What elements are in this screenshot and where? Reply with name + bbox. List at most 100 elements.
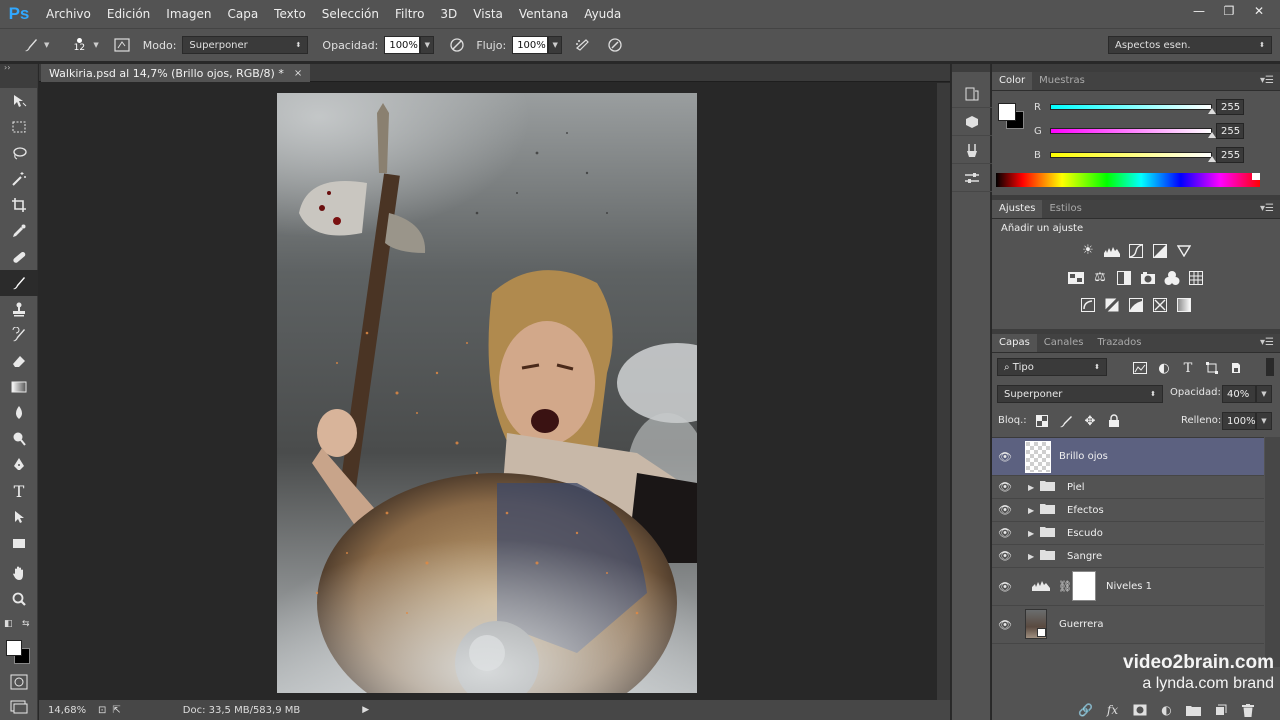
filter-shape-icon[interactable]	[1200, 359, 1224, 377]
brush-size-picker[interactable]: 12	[67, 33, 91, 57]
mode-select[interactable]: Superponer ⬍	[182, 36, 309, 54]
brush-panel-toggle-icon[interactable]	[111, 34, 133, 56]
blur-tool-icon[interactable]	[0, 400, 38, 426]
tool-preset-dropdown-icon[interactable]: ▼	[44, 41, 49, 49]
visibility-eye-icon[interactable]: 👁	[998, 527, 1012, 540]
mask-link-icon[interactable]: ⛓	[1058, 580, 1072, 593]
visibility-eye-icon[interactable]: 👁	[998, 580, 1012, 593]
canvas-image[interactable]	[277, 93, 697, 693]
filter-pixel-icon[interactable]	[1128, 359, 1152, 377]
flow-dropdown-icon[interactable]: ▼	[548, 36, 563, 54]
filter-toggle-switch[interactable]	[1266, 358, 1274, 376]
eraser-tool-icon[interactable]	[0, 348, 38, 374]
blue-slider-thumb-icon[interactable]	[1208, 156, 1216, 162]
pressure-size-icon[interactable]	[604, 34, 626, 56]
zoom-level[interactable]: 14,68%	[48, 705, 96, 716]
new-group-icon[interactable]	[1180, 700, 1207, 720]
layer-row-piel[interactable]: 👁 ▶ Piel	[992, 476, 1264, 499]
menu-ayuda[interactable]: Ayuda	[576, 0, 629, 28]
properties-panel-icon[interactable]	[952, 164, 992, 192]
tab-ajustes[interactable]: Ajustes	[992, 200, 1043, 218]
lock-all-icon[interactable]	[1102, 412, 1126, 430]
menu-texto[interactable]: Texto	[266, 0, 314, 28]
photo-filter-icon[interactable]	[1136, 269, 1160, 287]
zoom-tool-icon[interactable]	[0, 586, 38, 612]
pressure-opacity-icon[interactable]	[446, 34, 468, 56]
green-slider-thumb-icon[interactable]	[1208, 132, 1216, 138]
color-balance-icon[interactable]: ⚖	[1088, 269, 1112, 287]
tab-trazados[interactable]: Trazados	[1091, 334, 1149, 352]
workspace-select[interactable]: Aspectos esen. ⬍	[1108, 36, 1272, 54]
flow-input[interactable]: 100%	[512, 36, 549, 54]
filter-smart-object-icon[interactable]	[1224, 359, 1248, 377]
quick-mask-icon[interactable]	[10, 674, 28, 690]
type-tool-icon[interactable]: T	[0, 478, 38, 504]
exposure-icon[interactable]	[1148, 242, 1172, 260]
expand-group-icon[interactable]: ▶	[1028, 506, 1034, 515]
blue-slider-track[interactable]	[1050, 152, 1212, 158]
layer-opacity-input[interactable]: 40%	[1222, 385, 1256, 403]
levels-icon[interactable]	[1100, 242, 1124, 260]
lasso-tool-icon[interactable]	[0, 140, 38, 166]
menu-edicion[interactable]: Edición	[99, 0, 158, 28]
menu-seleccion[interactable]: Selección	[314, 0, 387, 28]
visibility-eye-icon[interactable]: 👁	[998, 481, 1012, 494]
blue-value-input[interactable]: 255	[1216, 147, 1244, 163]
layer-row-brillo-ojos[interactable]: 👁 Brillo ojos	[992, 438, 1264, 476]
restore-button[interactable]: ❐	[1214, 2, 1244, 20]
selective-color-icon[interactable]	[1148, 296, 1172, 314]
layer-filter-select[interactable]: ⌕ Tipo ⬍	[997, 358, 1107, 376]
pen-tool-icon[interactable]	[0, 452, 38, 478]
green-value-input[interactable]: 255	[1216, 123, 1244, 139]
menu-imagen[interactable]: Imagen	[158, 0, 219, 28]
opacity-dropdown-icon[interactable]: ▼	[420, 36, 435, 54]
layers-panel-menu-icon[interactable]: ▾☰	[1260, 337, 1274, 348]
visibility-eye-icon[interactable]: 👁	[998, 550, 1012, 563]
layer-row-guerrera[interactable]: 👁 Guerrera	[992, 606, 1264, 644]
status-info-icon[interactable]: ⊡	[98, 705, 106, 716]
curves-icon[interactable]	[1124, 242, 1148, 260]
tab-estilos[interactable]: Estilos	[1042, 200, 1088, 218]
gradient-tool-icon[interactable]	[0, 374, 38, 400]
color-lookup-icon[interactable]	[1184, 269, 1208, 287]
layer-mask-thumbnail[interactable]	[1072, 571, 1096, 601]
expand-group-icon[interactable]: ▶	[1028, 552, 1034, 561]
invert-icon[interactable]	[1076, 296, 1100, 314]
add-mask-icon[interactable]	[1126, 700, 1153, 720]
dodge-tool-icon[interactable]	[0, 426, 38, 452]
hue-saturation-icon[interactable]	[1064, 269, 1088, 287]
channel-mixer-icon[interactable]	[1160, 269, 1184, 287]
filter-adjustment-icon[interactable]: ◐	[1152, 359, 1176, 377]
foreground-color-swatch[interactable]	[6, 640, 22, 656]
close-window-button[interactable]: ✕	[1244, 2, 1274, 20]
filter-type-icon[interactable]: T	[1176, 359, 1200, 377]
menu-vista[interactable]: Vista	[465, 0, 511, 28]
brightness-contrast-icon[interactable]: ☀	[1076, 242, 1100, 260]
default-colors-icon[interactable]: ◧	[4, 619, 13, 629]
spectrum-white-swatch[interactable]	[1252, 173, 1260, 180]
magic-wand-tool-icon[interactable]	[0, 166, 38, 192]
link-layers-icon[interactable]: 🔗	[1072, 700, 1099, 720]
visibility-eye-icon[interactable]: 👁	[998, 618, 1012, 631]
expand-group-icon[interactable]: ▶	[1028, 529, 1034, 538]
canvas-vertical-scrollbar[interactable]	[937, 83, 950, 700]
threshold-icon[interactable]	[1124, 296, 1148, 314]
status-menu-arrow-icon[interactable]: ▶	[362, 705, 369, 715]
layer-style-fx-icon[interactable]: fx	[1099, 700, 1126, 720]
gradient-map-icon[interactable]	[1172, 296, 1196, 314]
delete-layer-icon[interactable]	[1234, 700, 1261, 720]
green-slider-track[interactable]	[1050, 128, 1212, 134]
black-white-icon[interactable]	[1112, 269, 1136, 287]
vibrance-icon[interactable]	[1172, 242, 1196, 260]
tab-capas[interactable]: Capas	[992, 334, 1037, 352]
color-spectrum-ramp[interactable]	[996, 173, 1260, 187]
lock-transparent-pixels-icon[interactable]	[1030, 412, 1054, 430]
blend-mode-select[interactable]: Superponer ⬍	[997, 385, 1163, 403]
path-selection-tool-icon[interactable]	[0, 504, 38, 530]
brush-picker-arrow-icon[interactable]: ▼	[93, 41, 98, 49]
expand-group-icon[interactable]: ▶	[1028, 483, 1034, 492]
clone-stamp-tool-icon[interactable]	[0, 296, 38, 322]
color-panel-menu-icon[interactable]: ▾☰	[1260, 75, 1274, 86]
brush-tool-icon[interactable]	[0, 270, 38, 296]
rectangle-tool-icon[interactable]	[0, 530, 38, 556]
